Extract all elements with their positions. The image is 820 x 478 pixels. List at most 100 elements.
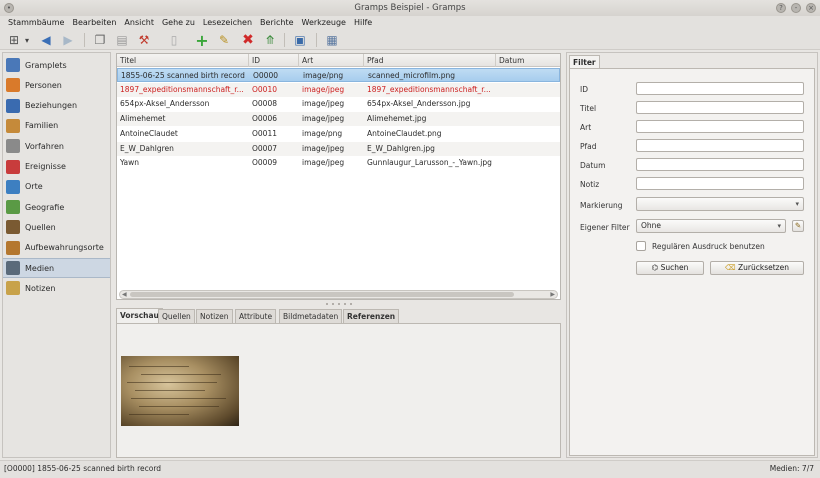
table-row[interactable]: 1897_expeditionsmannschaft_r... O0010 imag… [117,82,560,97]
statusbar: [O0000] 1855-06-25 scanned birth record … [0,460,820,478]
menu-hilfe[interactable]: Hilfe [350,16,376,30]
column-header-pfad[interactable]: Pfad [364,54,496,67]
menu-lesezeichen[interactable]: Lesezeichen [199,16,256,30]
bookmark-icon[interactable]: ▯ [166,32,182,48]
cell-path: Gunnlaugur_Larusson_-_Yawn.jpg [367,158,492,168]
sidebar-item-label: Ereignisse [25,162,66,171]
tab-attribute[interactable]: Attribute [235,309,277,324]
menu-stammbaeume[interactable]: Stammbäume [4,16,68,30]
cell-type: image/jpeg [302,84,345,94]
sidebar-item-familien[interactable]: Familien [3,116,110,136]
window-title: Gramps Beispiel - Gramps [354,3,466,13]
open-containing-folder-icon[interactable]: ▣ [292,32,308,48]
sidebar-item-medien[interactable]: Medien [3,258,110,278]
tab-quellen[interactable]: Quellen [158,309,195,324]
tools-icon[interactable]: ⚒ [136,32,152,48]
filter-notiz-input[interactable] [636,177,804,190]
sidebar-item-label: Aufbewahrungsorte [25,243,104,253]
binoculars-icon: ⌬ [651,263,659,272]
cell-path: AntoineClaudet.png [367,128,442,138]
pane-splitter[interactable] [116,302,561,307]
sidebar-item-orte[interactable]: Orte [3,177,110,197]
list-header: Titel ID Art Pfad Datum [117,54,560,67]
filter-label-markierung: Markierung [580,201,623,210]
reset-button[interactable]: ⌫ Zurücksetzen [710,261,804,275]
clipboard-icon[interactable]: ❐ [92,32,108,48]
table-row[interactable]: 1855-06-25 scanned birth record O0000 imag… [117,68,560,82]
scroll-left-icon[interactable]: ◀ [122,291,127,298]
status-message: [O0000] 1855-06-25 scanned birth record [4,464,162,473]
search-button[interactable]: ⌬ Suchen [636,261,704,275]
menu-gehe-zu[interactable]: Gehe zu [158,16,199,30]
menu-ansicht[interactable]: Ansicht [120,16,158,30]
column-header-art[interactable]: Art [299,54,364,67]
app-menu-icon[interactable]: • [4,3,14,13]
sidebar-item-aufbewahrungsorte[interactable]: Aufbewahrungsorte [3,238,110,258]
sidebar-item-geografie[interactable]: Geografie [3,197,110,217]
table-row[interactable]: AntoineClaudet O0011 image/png AntoineClaud… [117,127,560,141]
remove-icon[interactable]: ✖ [240,32,256,48]
filter-art-input[interactable] [636,120,804,133]
filter-panel: ID Titel Art Pfad Datum Notiz Markierung… [569,68,815,456]
sidebar-item-notizen[interactable]: Notizen [3,278,110,298]
menu-werkzeuge[interactable]: Werkzeuge [298,16,350,30]
filter-datum-input[interactable] [636,158,804,171]
sidebar-item-quellen[interactable]: Quellen [3,217,110,237]
tab-notizen[interactable]: Notizen [196,309,233,324]
table-row[interactable]: Alimehemet O0006 image/jpeg Alimehemet.jpg [117,112,560,127]
chevron-down-icon[interactable]: ▾ [22,32,32,48]
table-row[interactable]: Yawn O0009 image/jpeg Gunnlaugur_Larusson_-… [117,156,560,170]
table-row[interactable]: E_W_Dahlgren O0007 image/jpeg E_W_Dahlgren.… [117,141,560,156]
toolbar-separator [316,33,317,47]
custom-filter-select[interactable]: Ohne ▾ [636,219,786,233]
back-icon[interactable]: ◀ [38,32,54,48]
markierung-select[interactable]: ▾ [636,197,804,211]
filter-id-input[interactable] [636,82,804,95]
cell-id: O0000 [253,71,278,80]
help-icon[interactable]: ? [776,3,786,13]
forward-icon[interactable]: ▶ [60,32,76,48]
family-icon [6,118,20,133]
menu-berichte[interactable]: Berichte [256,16,297,30]
sidebar-item-personen[interactable]: Personen [3,75,110,95]
tab-filter[interactable]: Filter [569,55,600,69]
sidebar-item-vorfahren[interactable]: Vorfahren [3,136,110,156]
merge-icon[interactable]: ⤊ [262,32,278,48]
minimize-icon[interactable]: - [791,3,801,13]
horizontal-scrollbar[interactable]: ◀ ▶ [119,290,558,299]
cell-type: image/jpeg [302,143,345,153]
menubar: Stammbäume Bearbeiten Ansicht Gehe zu Le… [0,16,820,30]
add-icon[interactable]: + [194,31,210,50]
search-button-label: Suchen [660,263,689,272]
filter-pfad-input[interactable] [636,139,804,152]
column-header-id[interactable]: ID [249,54,299,67]
sidebar-item-beziehungen[interactable]: Beziehungen [3,96,110,116]
calendar-icon [6,159,20,174]
cell-title: 1855-06-25 scanned birth record [121,71,245,80]
sidebar-item-gramplets[interactable]: Gramplets [3,55,110,75]
tab-vorschau[interactable]: Vorschau [116,308,163,324]
sidebar-item-ereignisse[interactable]: Ereignisse [3,157,110,177]
chevron-down-icon: ▾ [777,222,781,230]
open-with-viewer-icon[interactable]: ▦ [324,32,340,48]
cell-title: Alimehemet [120,114,166,124]
config-view-icon[interactable]: ▤ [114,32,130,48]
cell-path: scanned_microfilm.png [368,71,456,80]
filter-titel-input[interactable] [636,101,804,114]
edit-filter-icon[interactable]: ✎ [792,220,804,232]
close-icon[interactable]: × [806,3,816,13]
tab-bildmetadaten[interactable]: Bildmetadaten [279,309,343,324]
scrollbar-thumb[interactable] [130,292,514,297]
menu-bearbeiten[interactable]: Bearbeiten [68,16,120,30]
media-preview-image[interactable] [121,356,239,426]
edit-icon[interactable]: ✎ [216,32,232,48]
tab-referenzen[interactable]: Referenzen [343,309,400,324]
table-row[interactable]: 654px-Aksel_Andersson O0008 image/jpeg 654p… [117,97,560,111]
family-tree-icon[interactable]: ⊞ [6,32,22,48]
column-header-titel[interactable]: Titel [117,54,249,67]
column-header-datum[interactable]: Datum [496,54,560,67]
sidebar-item-label: Beziehungen [25,101,78,111]
note-icon [6,281,20,296]
regex-checkbox[interactable] [636,241,646,251]
scroll-right-icon[interactable]: ▶ [550,291,555,298]
